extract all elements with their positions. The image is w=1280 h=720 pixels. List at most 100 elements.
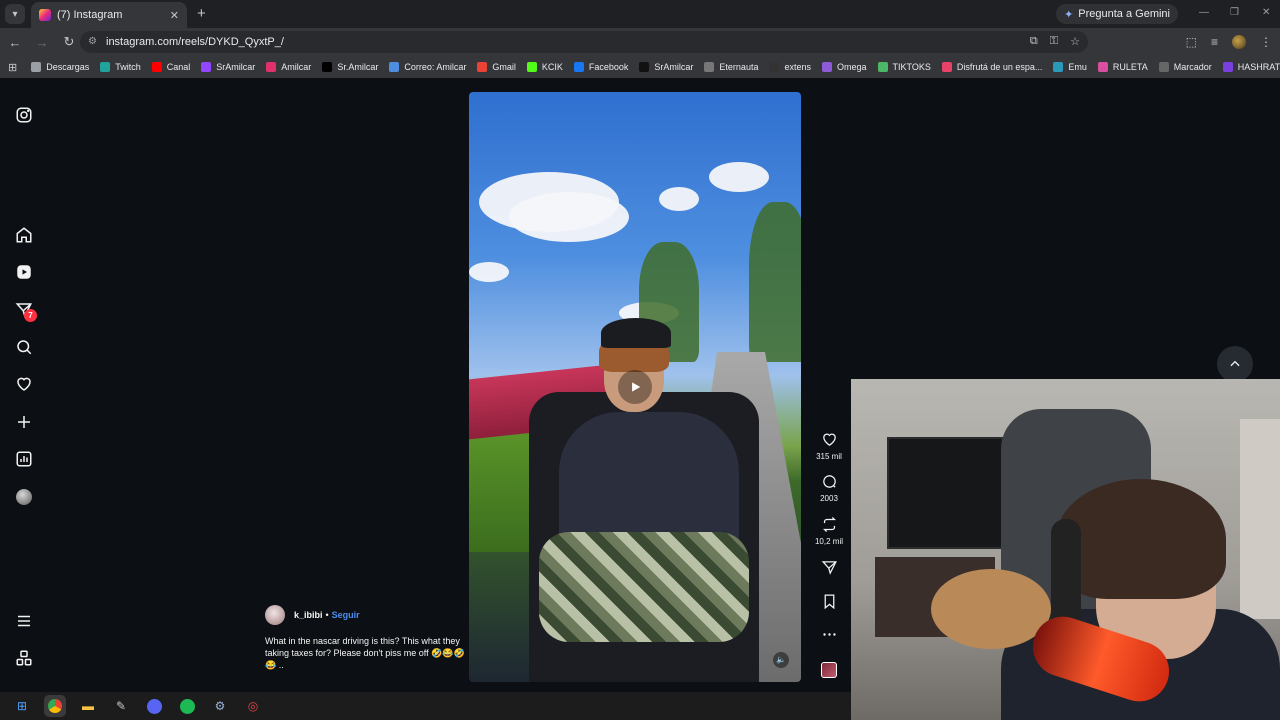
reload-icon[interactable]: ↻: [57, 34, 81, 50]
play-icon: [632, 382, 641, 392]
extensions-puzzle-icon[interactable]: ⬚: [1186, 35, 1197, 49]
bookmark-item[interactable]: Correo: Amilcar: [389, 62, 466, 72]
comment-button[interactable]: 2003: [808, 473, 850, 503]
bookmark-favicon-icon: [1097, 62, 1108, 72]
bookmark-label: HASHRATE AGENCY: [1237, 62, 1280, 72]
bookmark-item[interactable]: TIKTOKS: [877, 62, 931, 72]
new-tab-button[interactable]: +: [197, 5, 206, 22]
bookmark-item[interactable]: Disfrutá de un espa...: [941, 62, 1043, 72]
instagram-logo-icon[interactable]: [14, 105, 34, 125]
bookmark-item[interactable]: Eternauta: [704, 62, 758, 72]
webcam-streamer-hair: [1056, 479, 1226, 599]
bookmark-item[interactable]: extens: [769, 62, 811, 72]
reel-actions: 315 mil 2003 10,2 mil: [808, 78, 850, 692]
reels-icon[interactable]: [14, 262, 34, 282]
bookmark-item[interactable]: KCIK: [526, 62, 563, 72]
like-button[interactable]: 315 mil: [808, 431, 850, 461]
menu-kebab-icon[interactable]: ⋮: [1260, 35, 1272, 49]
video-person-hat: [601, 318, 671, 348]
repost-button[interactable]: 10,2 mil: [808, 516, 850, 546]
notifications-heart-icon[interactable]: [14, 374, 34, 394]
bookmark-item[interactable]: Descargas: [31, 62, 89, 72]
caption-text: What in the nascar driving is this? This…: [265, 636, 465, 670]
close-window-icon[interactable]: ✕: [1262, 7, 1270, 18]
minimize-window-icon[interactable]: —: [1199, 7, 1209, 18]
restore-window-icon[interactable]: ❐: [1230, 7, 1239, 18]
mute-speaker-icon[interactable]: 🔈: [773, 652, 789, 668]
discord-taskbar-icon[interactable]: [143, 695, 165, 717]
install-app-icon[interactable]: ⧉: [1030, 35, 1038, 48]
video-cloud: [469, 262, 509, 282]
bookmark-item[interactable]: Marcador: [1158, 62, 1212, 72]
bookmark-item[interactable]: Facebook: [573, 62, 628, 72]
bookmark-item[interactable]: RULETA: [1097, 62, 1148, 72]
address-bar[interactable]: ⚙ instagram.com/reels/DYKD_QyxtP_/ ⧉ ⚿ ☆: [80, 31, 1088, 53]
back-arrow-icon[interactable]: ←: [3, 35, 27, 50]
bookmark-item[interactable]: Twitch: [100, 62, 141, 72]
bookmark-item[interactable]: HASHRATE AGENCY: [1222, 62, 1280, 72]
author-username[interactable]: k_ibibi: [294, 610, 323, 620]
bookmark-item[interactable]: SrAmilcar: [639, 62, 693, 72]
bookmark-label: Omega: [836, 62, 867, 72]
share-button[interactable]: [808, 559, 850, 576]
bookmark-label: Sr.Amilcar: [337, 62, 379, 72]
instagram-sidebar: 7: [0, 78, 48, 692]
bookmark-item[interactable]: Sr.Amilcar: [322, 62, 378, 72]
follow-button[interactable]: Seguir: [332, 610, 360, 620]
obs-taskbar-icon[interactable]: ◎: [242, 695, 264, 717]
browser-tab-instagram[interactable]: (7) Instagram ✕: [31, 2, 187, 28]
search-icon[interactable]: [14, 337, 34, 357]
home-icon[interactable]: [14, 225, 34, 245]
bookmark-favicon-icon: [821, 62, 832, 72]
bookmark-label: Descargas: [46, 62, 90, 72]
apps-grid-icon[interactable]: ⊞: [8, 61, 17, 74]
bookmark-favicon-icon: [151, 62, 162, 72]
bookmark-label: TIKTOKS: [892, 62, 931, 72]
bookmark-item[interactable]: Gmail: [477, 62, 516, 72]
bookmark-label: KCIK: [541, 62, 563, 72]
webcam-shelf: [1240, 419, 1280, 619]
reel-video[interactable]: 🔈: [469, 92, 801, 682]
more-menu-icon[interactable]: [14, 611, 34, 631]
bookmark-item[interactable]: Omega: [821, 62, 867, 72]
spotify-taskbar-icon[interactable]: [176, 695, 198, 717]
bookmark-item[interactable]: Amilcar: [266, 62, 311, 72]
scroll-up-button[interactable]: [1217, 346, 1253, 382]
bookmark-label: Correo: Amilcar: [404, 62, 467, 72]
bookmark-item[interactable]: Canal: [151, 62, 190, 72]
tab-close-icon[interactable]: ✕: [170, 9, 179, 22]
bookmark-label: Eternauta: [719, 62, 759, 72]
bookmark-favicon-icon: [704, 62, 715, 72]
bookmark-label: Emu: [1068, 62, 1087, 72]
steam-taskbar-icon[interactable]: ⚙: [209, 695, 231, 717]
audio-thumbnail[interactable]: [821, 662, 837, 678]
profile-avatar[interactable]: [16, 489, 32, 505]
bookmark-item[interactable]: SrAmilcar: [201, 62, 255, 72]
forward-arrow-icon[interactable]: →: [30, 35, 54, 50]
more-options-button[interactable]: [808, 626, 850, 643]
bookmark-favicon-icon: [1053, 62, 1064, 72]
bookmark-item[interactable]: Emu: [1053, 62, 1087, 72]
profile-avatar-icon[interactable]: [1232, 35, 1246, 49]
author-avatar[interactable]: [265, 605, 285, 625]
dashboard-icon[interactable]: [14, 449, 34, 469]
play-button[interactable]: [618, 370, 652, 404]
bookmark-label: Disfrutá de un espa...: [956, 62, 1043, 72]
windows-start-icon[interactable]: ⊞: [11, 695, 33, 717]
bookmark-favicon-icon: [769, 62, 780, 72]
also-from-meta-icon[interactable]: [14, 648, 34, 668]
bookmark-star-icon[interactable]: ☆: [1070, 35, 1080, 48]
password-key-icon[interactable]: ⚿: [1050, 35, 1058, 48]
create-plus-icon[interactable]: [14, 412, 34, 432]
site-info-icon[interactable]: ⚙: [88, 36, 100, 48]
file-explorer-icon[interactable]: ▬: [77, 695, 99, 717]
media-controls-icon[interactable]: ≡: [1211, 35, 1218, 49]
app-taskbar-icon[interactable]: ✎: [110, 695, 132, 717]
gemini-sparkle-icon: ✦: [1064, 8, 1074, 21]
url-text: instagram.com/reels/DYKD_QyxtP_/: [106, 36, 284, 48]
save-button[interactable]: [808, 593, 850, 610]
tab-search-button[interactable]: ▾: [5, 4, 25, 24]
chrome-taskbar-icon[interactable]: [44, 695, 66, 717]
gemini-button[interactable]: ✦ Pregunta a Gemini: [1056, 4, 1178, 24]
like-count: 315 mil: [816, 452, 842, 461]
